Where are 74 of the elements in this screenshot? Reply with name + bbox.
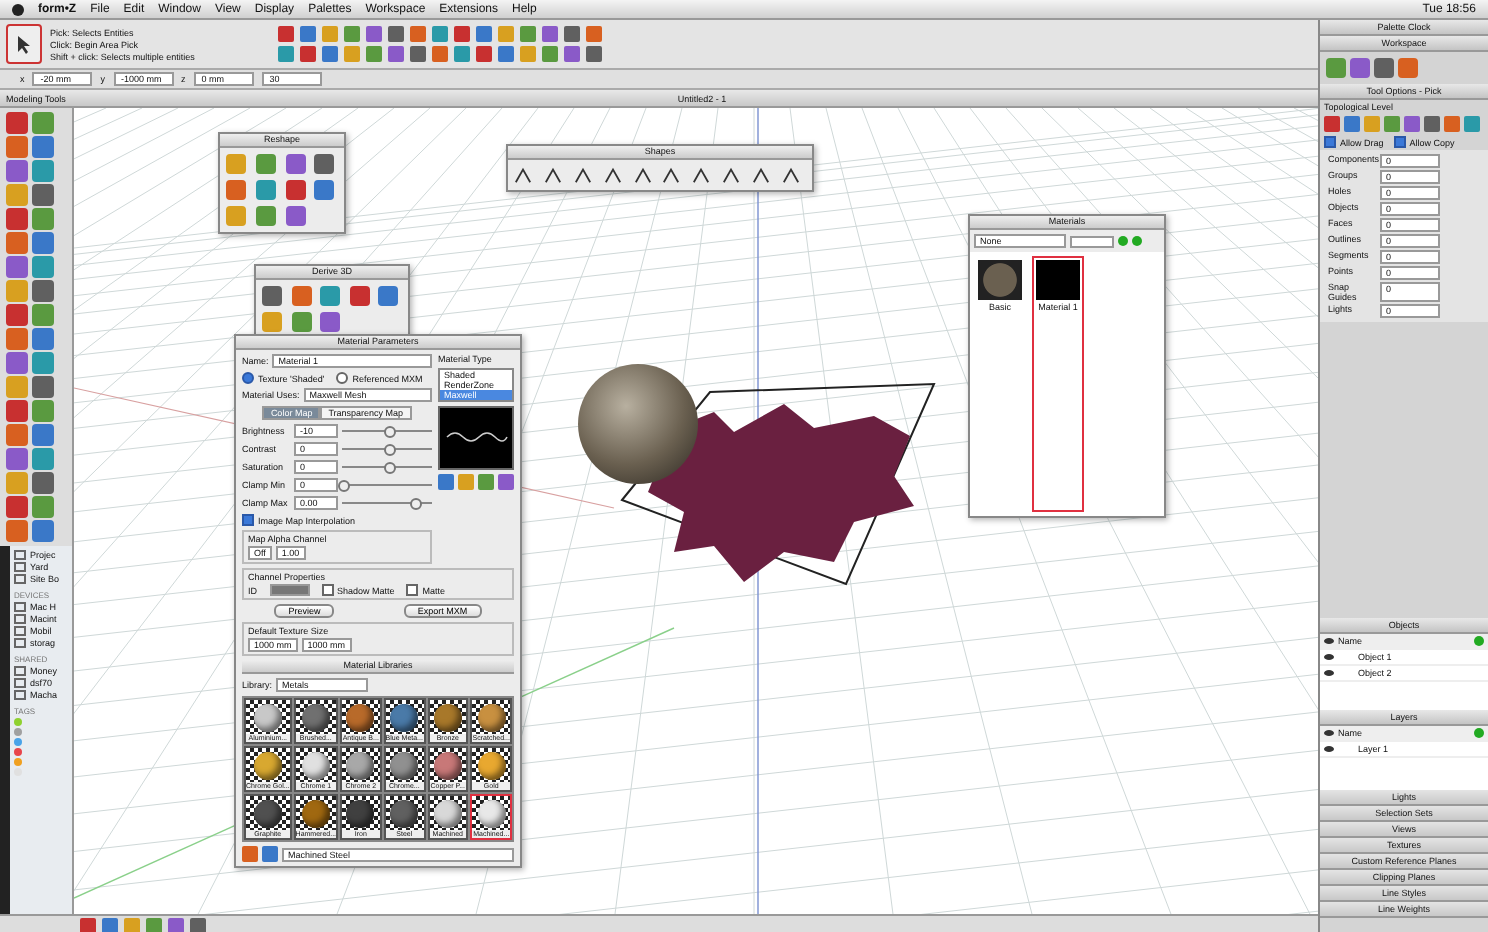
toolbar-icon[interactable] <box>320 286 341 306</box>
tool-icon[interactable] <box>6 136 28 158</box>
toolbar-icon[interactable] <box>378 286 399 306</box>
toolbar-icon[interactable] <box>314 180 335 200</box>
tool-icon[interactable] <box>32 232 54 254</box>
radio-button[interactable] <box>336 372 349 384</box>
tool-icon[interactable] <box>32 472 54 494</box>
search-field[interactable] <box>1070 235 1114 247</box>
tool-icon[interactable] <box>32 160 54 182</box>
add-icon[interactable] <box>1474 636 1484 646</box>
tool-icon[interactable] <box>6 160 28 182</box>
color-swatch[interactable] <box>269 584 309 596</box>
tool-icon[interactable] <box>6 280 28 302</box>
tool-icon[interactable] <box>32 208 54 230</box>
tool-icon[interactable] <box>6 424 28 446</box>
toolbar-icon[interactable] <box>320 312 341 332</box>
tool-icon[interactable] <box>32 424 54 446</box>
cursor-icon <box>16 34 32 54</box>
checkbox[interactable] <box>1324 136 1336 148</box>
tool-icon[interactable] <box>6 472 28 494</box>
tool-icon[interactable] <box>6 496 28 518</box>
tool-icon[interactable] <box>32 112 54 134</box>
toolbar-icon[interactable] <box>314 154 335 174</box>
tag-dot[interactable] <box>14 728 22 736</box>
tool-icon[interactable] <box>6 184 28 206</box>
tag-dot[interactable] <box>14 768 22 776</box>
slider-thumb[interactable] <box>383 444 395 456</box>
checkbox[interactable] <box>242 514 254 526</box>
tool-icon[interactable] <box>32 376 54 398</box>
slider-thumb[interactable] <box>383 426 395 438</box>
slider-thumb[interactable] <box>383 462 395 474</box>
tool-icon[interactable] <box>32 400 54 422</box>
add-icon[interactable] <box>1474 728 1484 738</box>
toolbar-icon[interactable] <box>291 286 312 306</box>
slider-thumb[interactable] <box>338 480 350 492</box>
tool-icon[interactable] <box>6 376 28 398</box>
tool-icon[interactable] <box>6 328 28 350</box>
tool-icon[interactable] <box>32 448 54 470</box>
pick-tool-button[interactable] <box>6 24 42 64</box>
tool-icon[interactable] <box>6 112 28 134</box>
tag-dot[interactable] <box>14 738 22 746</box>
tool-icon[interactable] <box>32 520 54 542</box>
tool-icon[interactable] <box>32 136 54 158</box>
tool-icon[interactable] <box>6 256 28 278</box>
wave-drawing <box>446 430 508 442</box>
apple-icon[interactable] <box>12 3 24 15</box>
tool-icon[interactable] <box>32 304 54 326</box>
tool-icon[interactable] <box>32 280 54 302</box>
tag-dot[interactable] <box>14 758 22 766</box>
tool-icon[interactable] <box>6 352 28 374</box>
tool-icon[interactable] <box>32 256 54 278</box>
toolbar-icon[interactable] <box>255 206 276 226</box>
radio-button[interactable] <box>242 372 254 384</box>
tool-icon[interactable] <box>6 400 28 422</box>
tool-icon[interactable] <box>6 208 28 230</box>
tool-icon[interactable] <box>6 304 28 326</box>
toolbar-icon[interactable] <box>291 312 312 332</box>
toolbar-icon[interactable] <box>349 286 370 306</box>
tool-icon[interactable] <box>6 232 28 254</box>
tool-icon[interactable] <box>6 448 28 470</box>
checkbox[interactable] <box>406 584 419 596</box>
sphere-drawing <box>578 364 698 484</box>
slider-thumb[interactable] <box>410 498 422 510</box>
toolbar-icon[interactable] <box>255 180 276 200</box>
tool-icon[interactable] <box>32 352 54 374</box>
tool-icon[interactable] <box>32 184 54 206</box>
toolbar-icon[interactable] <box>255 154 276 174</box>
tag-dot[interactable] <box>14 748 22 756</box>
checkbox[interactable] <box>1393 136 1406 148</box>
checkbox[interactable] <box>321 584 333 596</box>
tool-icon[interactable] <box>6 520 28 542</box>
tag-dot[interactable] <box>14 718 22 726</box>
tool-icon[interactable] <box>32 328 54 350</box>
tool-icon[interactable] <box>32 496 54 518</box>
